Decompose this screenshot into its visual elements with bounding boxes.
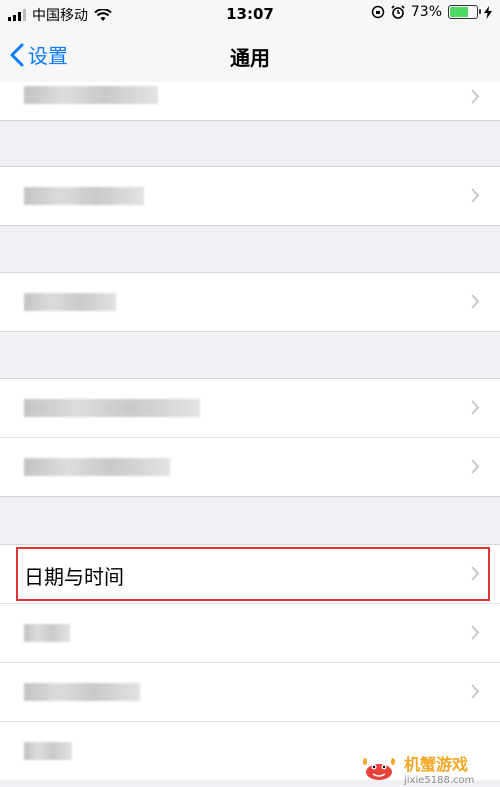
list-item[interactable] [0,663,500,722]
rotation-lock-icon [371,5,385,19]
alarm-icon [391,5,405,19]
redacted-label [24,458,170,476]
date-time-item[interactable]: 日期与时间 [0,545,500,604]
list-item[interactable] [0,273,500,331]
list-item[interactable] [0,438,500,496]
redacted-label [24,683,140,701]
watermark: 机蟹游戏 jixie5188.com [360,749,500,787]
chevron-right-icon [471,459,480,474]
page-title: 通用 [230,46,270,70]
chevron-right-icon [471,625,480,640]
redacted-label [24,742,72,760]
redacted-label [24,187,144,205]
watermark-url: jixie5188.com [404,774,475,786]
settings-group-5: 日期与时间 [0,544,500,780]
navigation-bar: 设置 通用 [0,28,500,83]
chevron-right-icon [471,89,480,104]
crab-logo-icon [362,758,396,780]
redacted-label [24,86,158,104]
list-item[interactable] [0,379,500,438]
redacted-label [24,399,200,417]
settings-group-4 [0,378,500,497]
chevron-right-icon [471,188,480,203]
chevron-right-icon [471,400,480,415]
settings-group-1 [0,82,500,121]
settings-group-2 [0,166,500,226]
charging-icon [484,5,492,19]
chevron-right-icon [471,294,480,309]
list-item[interactable] [0,604,500,663]
battery-percent: 73% [410,4,442,20]
chevron-right-icon [471,684,480,699]
watermark-name: 机蟹游戏 [404,754,469,774]
redacted-label [24,293,116,311]
list-item[interactable] [0,82,500,120]
chevron-right-icon [471,566,480,581]
battery-fill [450,7,468,17]
date-time-label: 日期与时间 [24,565,124,589]
status-bar: 中国移动 13:07 73% [0,0,500,28]
list-item[interactable] [0,167,500,225]
redacted-label [24,624,70,642]
settings-group-3 [0,272,500,332]
battery-icon [448,5,481,19]
